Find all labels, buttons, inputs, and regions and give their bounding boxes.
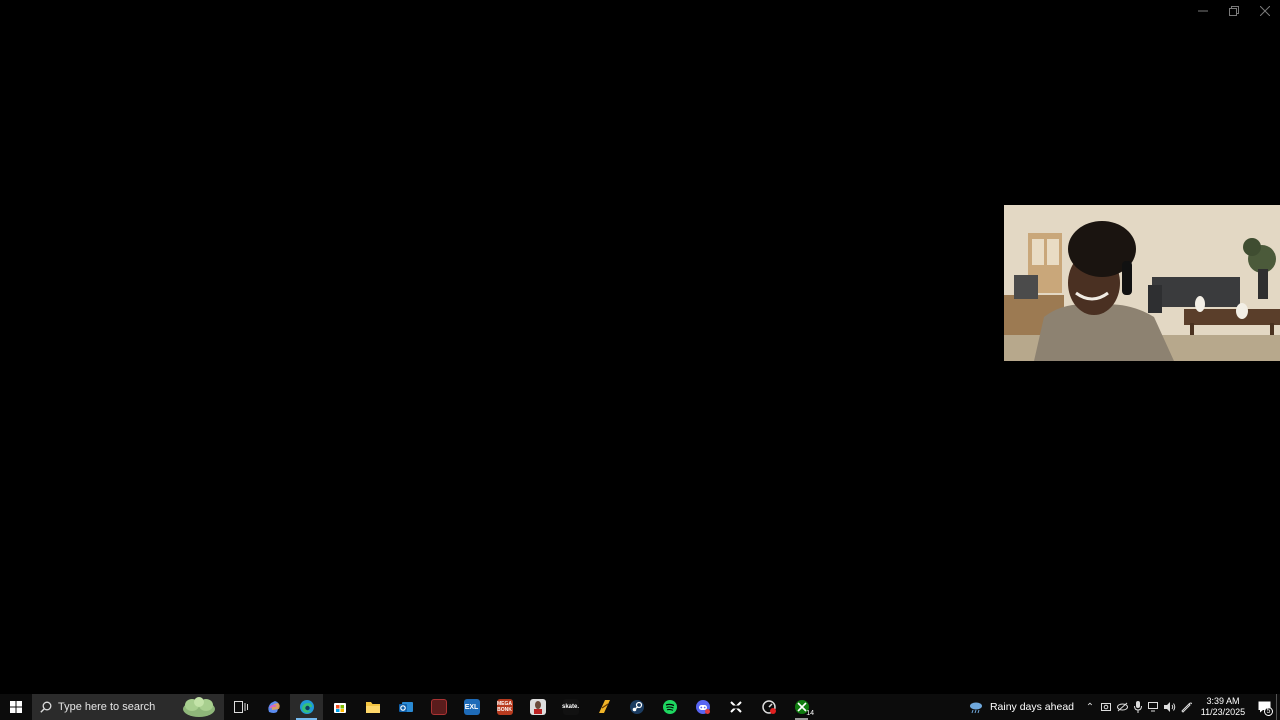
store-icon [333, 703, 346, 713]
pen-icon [1181, 702, 1192, 713]
taskbar-app-yellow[interactable] [587, 694, 620, 720]
app-icon [761, 700, 776, 714]
taskbar-app-skate[interactable]: skate. [554, 694, 587, 720]
microphone-button[interactable] [1130, 694, 1146, 720]
app-icon: skate. [562, 699, 579, 715]
clock-time: 3:39 AM [1206, 696, 1240, 706]
app-icon [729, 701, 742, 713]
weather-text: Rainy days ahead [989, 701, 1074, 713]
network-button[interactable] [1146, 694, 1162, 720]
taskbar-app-portrait[interactable] [521, 694, 554, 720]
speaker-icon [1164, 702, 1176, 712]
taskbar: Type here to search EXL MEGA BONK skate.… [0, 694, 1280, 720]
search-input[interactable]: Type here to search [32, 694, 224, 720]
camera-app-icon [1101, 703, 1111, 711]
app-icon [598, 700, 610, 713]
copilot-button[interactable] [257, 694, 290, 720]
restore-icon [1228, 6, 1239, 16]
show-desktop-button[interactable] [1276, 694, 1280, 720]
store-button[interactable] [323, 694, 356, 720]
file-explorer-button[interactable] [356, 694, 389, 720]
edge-icon [299, 700, 314, 714]
close-button[interactable] [1249, 0, 1280, 22]
restore-button[interactable] [1218, 0, 1249, 22]
taskbar-app-capcut[interactable] [719, 694, 752, 720]
app-icon: EXL [463, 699, 480, 715]
app-icon [430, 699, 447, 715]
xbox-button[interactable]: 14 [785, 694, 818, 720]
spotify-icon [662, 700, 677, 714]
webcam-image [1004, 205, 1280, 361]
notification-count: 5 [1264, 707, 1273, 716]
taskbar-app-speedtest[interactable] [752, 694, 785, 720]
task-view-button[interactable] [224, 694, 257, 720]
minimize-icon [1197, 10, 1208, 12]
spotify-button[interactable] [653, 694, 686, 720]
xbox-badge: 14 [806, 710, 814, 717]
network-icon [1148, 702, 1158, 712]
show-hidden-icons-button[interactable]: ⌃ [1082, 694, 1098, 720]
close-icon [1259, 6, 1270, 16]
pen-button[interactable] [1178, 694, 1194, 720]
taskbar-app-exl[interactable]: EXL [455, 694, 488, 720]
copilot-icon [267, 701, 280, 713]
start-button[interactable] [0, 694, 32, 720]
discord-icon [695, 700, 710, 714]
tray-app-1[interactable] [1098, 694, 1114, 720]
edge-button[interactable] [290, 694, 323, 720]
system-tray: Rainy days ahead ⌃ 3:39 AM 11/23/2025 5 [962, 694, 1280, 720]
search-placeholder: Type here to search [58, 701, 156, 713]
window-controls [1187, 0, 1280, 22]
discord-button[interactable] [686, 694, 719, 720]
search-icon [40, 701, 52, 713]
app-icon [529, 699, 546, 715]
outlook-icon [398, 702, 413, 712]
steam-icon [629, 700, 644, 714]
steam-button[interactable] [620, 694, 653, 720]
weather-widget[interactable]: Rainy days ahead [962, 694, 1082, 720]
clock[interactable]: 3:39 AM 11/23/2025 [1194, 694, 1252, 720]
task-view-icon [233, 701, 248, 713]
game-icon: MEGA BONK [496, 699, 513, 715]
hidden-eye-icon [1116, 702, 1128, 712]
outlook-button[interactable] [389, 694, 422, 720]
notification-center-button[interactable]: 5 [1252, 694, 1276, 720]
tray-app-2[interactable] [1114, 694, 1130, 720]
volume-button[interactable] [1162, 694, 1178, 720]
chevron-up-icon: ⌃ [1085, 701, 1095, 713]
webcam-feed [1004, 205, 1280, 361]
rain-cloud-icon [969, 702, 982, 714]
windows-logo-icon [10, 701, 22, 713]
microphone-icon [1134, 701, 1142, 713]
taskbar-app-mega-bonk[interactable]: MEGA BONK [488, 694, 521, 720]
clock-date: 11/23/2025 [1200, 707, 1246, 717]
taskbar-app-red[interactable] [422, 694, 455, 720]
folder-icon [365, 702, 380, 713]
minimize-button[interactable] [1187, 0, 1218, 22]
search-highlight-icon [183, 697, 215, 717]
